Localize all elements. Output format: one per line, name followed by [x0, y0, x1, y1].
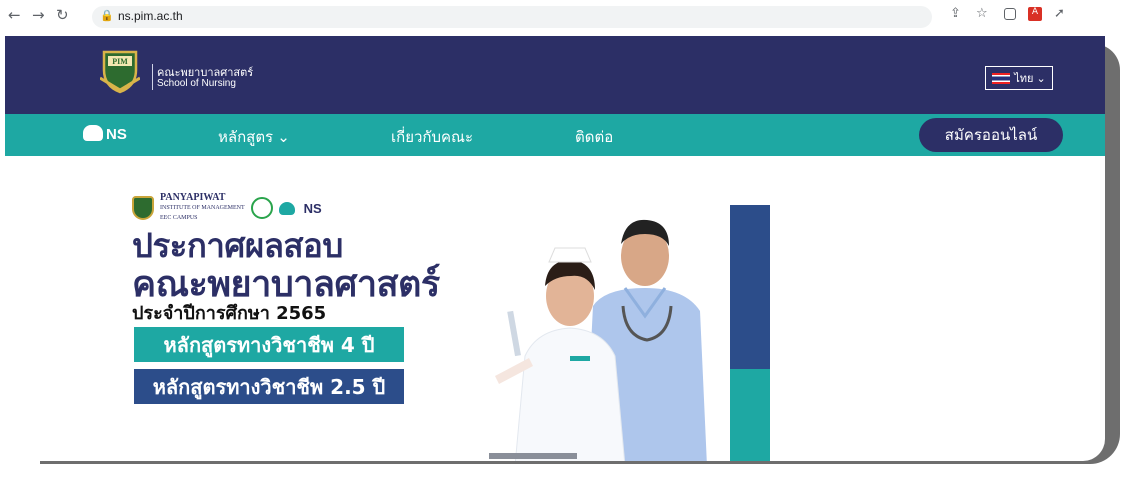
nurses-photo — [489, 219, 707, 461]
extension-arrow-icon[interactable]: ➚ — [1054, 6, 1065, 21]
nav-item-contact[interactable]: ติดต่อ — [575, 125, 613, 149]
thai-flag-icon — [992, 72, 1011, 84]
browser-toolbar: ← → ↻ 🔒 ns.pim.ac.th ⇪ ☆ A ➚ — [0, 0, 1121, 34]
banner-subline: ประจำปีการศึกษา 2565 — [132, 303, 327, 324]
pim-logo-icon[interactable]: PIM — [100, 48, 140, 94]
logo-text: PIM — [112, 57, 128, 66]
nav-item-about[interactable]: เกี่ยวกับคณะ — [391, 125, 473, 149]
ns-logo-icon — [83, 125, 103, 141]
url-text: ns.pim.ac.th — [118, 9, 183, 23]
pim-small-logo-icon — [132, 196, 154, 220]
female-nurse-uniform — [514, 327, 626, 461]
language-selector[interactable]: ไทย ⌄ — [985, 66, 1053, 90]
apply-online-button[interactable]: สมัครออนไลน์ — [919, 118, 1063, 152]
language-label: ไทย ⌄ — [1014, 73, 1046, 85]
ns-brand-text: NS — [106, 126, 127, 143]
reload-icon[interactable]: ↻ — [56, 6, 69, 24]
nav-item-curriculum[interactable]: หลักสูตร ⌄ — [218, 125, 290, 149]
syringe — [507, 310, 521, 357]
partner-ns-text: NS — [303, 200, 322, 216]
bookmark-star-icon[interactable]: ☆ — [976, 6, 988, 21]
website-page: PIM คณะพยาบาลศาสตร์ School of Nursing ไท… — [5, 36, 1105, 461]
main-navbar: NS หลักสูตร ⌄ เกี่ยวกับคณะ ติดต่อ สมัครอ… — [5, 114, 1105, 156]
address-bar[interactable]: 🔒 ns.pim.ac.th — [92, 6, 932, 28]
pdf-extension-icon[interactable]: A — [1028, 7, 1042, 21]
site-header: PIM คณะพยาบาลศาสตร์ School of Nursing ไท… — [5, 36, 1105, 114]
program-4-year-badge: หลักสูตรทางวิชาชีพ 4 ปี — [134, 327, 404, 362]
nurse-cap — [548, 247, 592, 263]
program-2-5-year-badge: หลักสูตรทางวิชาชีพ 2.5 ปี — [134, 369, 404, 404]
tablet — [489, 453, 577, 459]
extension-icon[interactable] — [1004, 8, 1016, 20]
forward-arrow-icon[interactable]: → — [32, 6, 45, 24]
partner-sub: INSTITUTE OF MANAGEMENT — [160, 205, 245, 211]
back-arrow-icon[interactable]: ← — [8, 6, 21, 24]
share-icon[interactable]: ⇪ — [950, 6, 961, 21]
ns-small-logo-icon — [278, 201, 295, 215]
brand-divider — [152, 64, 153, 90]
lock-icon: 🔒 — [100, 9, 114, 22]
cp-logo-icon — [250, 197, 273, 219]
faculty-name-en: School of Nursing — [157, 78, 236, 89]
ns-home-link[interactable]: NS — [83, 125, 127, 143]
